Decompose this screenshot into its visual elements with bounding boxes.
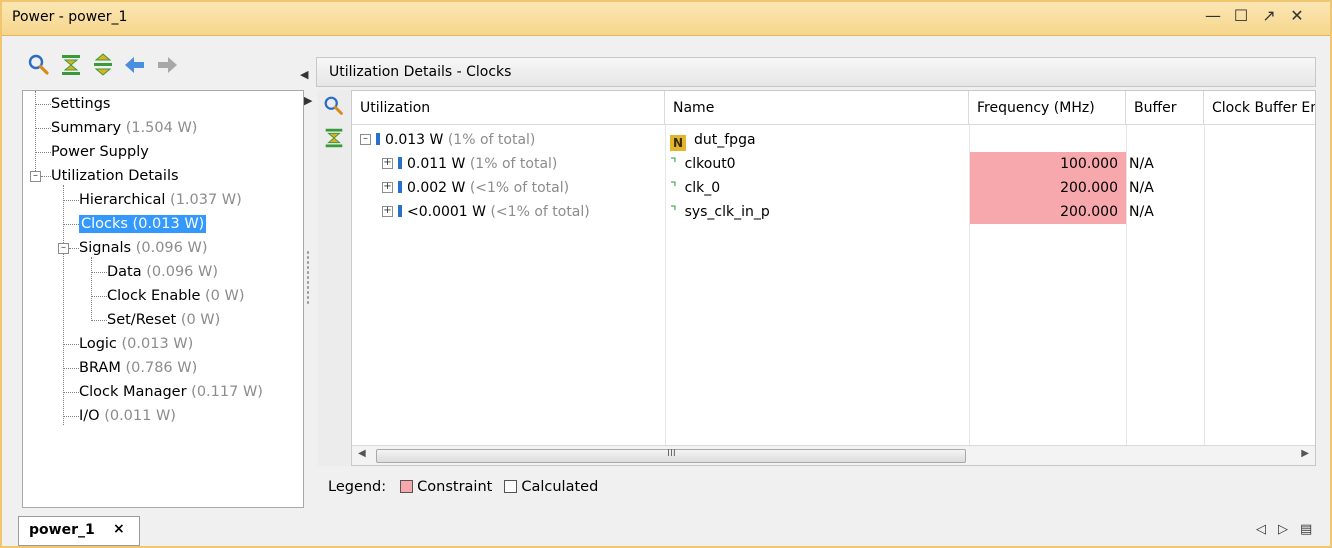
collapse-row-icon[interactable]: – (360, 134, 371, 145)
column-name[interactable]: Name (665, 91, 969, 125)
scroll-thumb[interactable]: III (376, 448, 966, 463)
table-header: Utilization Name Frequency (MHz) Buffer … (352, 91, 1315, 125)
close-tab-icon[interactable]: × (113, 521, 125, 537)
tab-scroll-right-icon[interactable]: ▷ (1278, 522, 1288, 537)
title-bar: Power - power_1 — ☐ ↗ ✕ (2, 2, 1330, 36)
column-clock-buffer-enable[interactable]: Clock Buffer En (1204, 91, 1315, 125)
tree-item-logic[interactable]: Logic (0.013 W) (79, 333, 193, 355)
clock-wave-icon: ⌝ (670, 156, 677, 172)
scroll-left-icon[interactable]: ◀ (358, 448, 366, 459)
tree-item-io[interactable]: I/O (0.011 W) (79, 405, 176, 427)
tab-power-1[interactable]: power_1 × (18, 516, 140, 546)
legend: Legend: Constraint Calculated (328, 479, 599, 495)
scroll-right-icon[interactable]: ▶ (1301, 448, 1309, 459)
collapse-all-icon[interactable] (322, 126, 346, 150)
search-icon[interactable] (322, 94, 346, 118)
clocks-table: Utilization Name Frequency (MHz) Buffer … (351, 90, 1316, 466)
frequency-cell: 200.000 (970, 176, 1126, 200)
table-row[interactable]: + 0.002 W (<1% of total) ⌝ clk_0 200.000 … (352, 176, 1315, 200)
power-bar-icon (398, 181, 402, 193)
float-icon[interactable]: ↗ (1258, 6, 1280, 25)
tree-item-signals[interactable]: Signals (0.096 W) (79, 237, 208, 259)
search-icon[interactable] (26, 52, 52, 78)
expand-row-icon[interactable]: + (382, 158, 393, 169)
port-clock-icon: ⌝ (670, 204, 677, 220)
expand-all-icon[interactable] (90, 52, 116, 78)
window-title: Power - power_1 (12, 9, 128, 25)
tree-item-set-reset[interactable]: Set/Reset (0 W) (107, 309, 220, 331)
expand-row-icon[interactable]: + (382, 206, 393, 217)
power-window: Power - power_1 — ☐ ↗ ✕ ◀ ▶ – – Settings… (0, 0, 1332, 548)
tree-item-hierarchical[interactable]: Hierarchical (1.037 W) (79, 189, 242, 211)
column-frequency[interactable]: Frequency (MHz) (969, 91, 1126, 125)
tree-item-power-supply[interactable]: Power Supply (51, 141, 149, 163)
tree-item-clocks[interactable]: Clocks (0.013 W) (79, 213, 207, 235)
collapse-signals-icon[interactable]: – (58, 243, 69, 254)
buffer-cell: N/A (1129, 180, 1154, 196)
close-icon[interactable]: ✕ (1286, 6, 1308, 25)
power-bar-icon (398, 157, 402, 169)
power-bar-icon (376, 133, 380, 145)
tab-scroll-left-icon[interactable]: ◁ (1256, 522, 1266, 537)
clock-wave-icon: ⌝ (670, 180, 677, 196)
panel-header: Utilization Details - Clocks (316, 57, 1316, 87)
navigation-tree: – – Settings Summary (1.504 W) Power Sup… (22, 90, 304, 508)
expand-row-icon[interactable]: + (382, 182, 393, 193)
tree-item-data[interactable]: Data (0.096 W) (107, 261, 218, 283)
forward-arrow-icon[interactable] (154, 52, 180, 78)
collapse-all-icon[interactable] (58, 52, 84, 78)
tree-item-settings[interactable]: Settings (51, 93, 110, 115)
constraint-swatch (400, 480, 414, 493)
expand-right-icon[interactable]: ▶ (304, 94, 312, 107)
table-side-toolbar (318, 90, 350, 466)
collapse-left-icon[interactable]: ◀ (300, 68, 308, 81)
collapse-utilization-icon[interactable]: – (30, 171, 41, 182)
column-utilization[interactable]: Utilization (352, 91, 665, 125)
table-row[interactable]: + <0.0001 W (<1% of total) ⌝ sys_clk_in_p… (352, 200, 1315, 224)
module-icon: N (670, 135, 686, 151)
tree-item-bram[interactable]: BRAM (0.786 W) (79, 357, 197, 379)
tree-item-utilization-details[interactable]: Utilization Details (51, 165, 179, 187)
buffer-cell: N/A (1129, 156, 1154, 172)
frequency-cell: 100.000 (970, 152, 1126, 176)
buffer-cell: N/A (1129, 204, 1154, 220)
tree-item-clock-enable[interactable]: Clock Enable (0 W) (107, 285, 245, 307)
minimize-icon[interactable]: — (1202, 6, 1224, 25)
panel-title: Utilization Details - Clocks (329, 64, 512, 80)
table-row[interactable]: + 0.011 W (1% of total) ⌝ clkout0 100.000… (352, 152, 1315, 176)
back-arrow-icon[interactable] (122, 52, 148, 78)
tree-item-clock-manager[interactable]: Clock Manager (0.117 W) (79, 381, 263, 403)
power-bar-icon (398, 205, 402, 217)
table-row[interactable]: – 0.013 W (1% of total) Ndut_fpga (352, 128, 1315, 152)
restore-icon[interactable]: ☐ (1230, 6, 1252, 25)
splitter-handle[interactable] (306, 250, 310, 306)
calculated-swatch (504, 480, 518, 493)
tab-list-icon[interactable]: ▤ (1300, 522, 1312, 537)
column-buffer[interactable]: Buffer (1126, 91, 1204, 125)
tree-item-summary[interactable]: Summary (1.504 W) (51, 117, 197, 139)
horizontal-scrollbar[interactable]: ◀ III ▶ (352, 445, 1315, 465)
frequency-cell: 200.000 (970, 200, 1126, 224)
